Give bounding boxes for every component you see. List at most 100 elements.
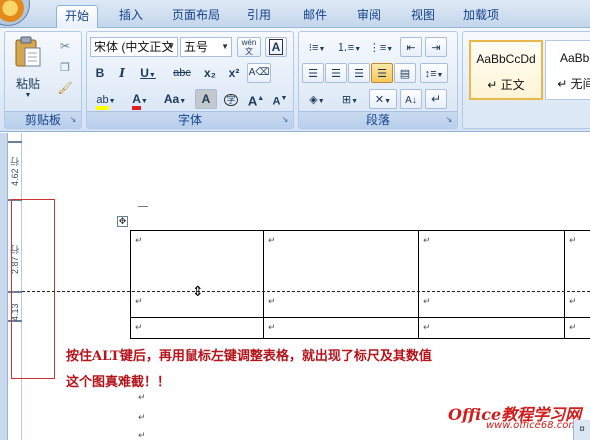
multilevel-list-button[interactable]: ⋮≡▼ xyxy=(366,37,396,57)
clipboard-group: 粘贴 ▼ ✂ ❐ 🖌 剪贴板 ↘ xyxy=(4,31,82,129)
tab-page-layout[interactable]: 页面布局 xyxy=(164,5,228,28)
style-normal[interactable]: AaBbCcDd ↵ 正文 xyxy=(469,40,543,100)
asian-layout-button[interactable]: ✕▼ xyxy=(369,89,397,109)
sort-button[interactable]: A↓ xyxy=(400,89,422,109)
superscript-icon: x² xyxy=(228,66,240,80)
dialog-launcher-icon[interactable]: ↘ xyxy=(444,115,454,125)
phonetic-guide-icon: wén 文 xyxy=(241,38,257,56)
subscript-icon: x₂ xyxy=(203,66,216,80)
align-center-button[interactable]: ☰ xyxy=(325,63,347,83)
align-left-button[interactable]: ☰ xyxy=(302,63,324,83)
paragraph-mark-icon: ↵ xyxy=(430,92,442,106)
italic-button[interactable]: I xyxy=(112,63,132,83)
font-color-button[interactable]: A▼ xyxy=(125,89,155,110)
subscript-button[interactable]: x₂ xyxy=(199,63,221,83)
cell-mark: ↵ xyxy=(569,296,577,306)
paste-button[interactable]: 粘贴 ▼ xyxy=(11,36,45,99)
brush-icon: 🖌 xyxy=(57,81,73,95)
styles-group: AaBbCcDd ↵ 正文 AaBbCc ↵ 无间隔 xyxy=(462,31,590,129)
distributed-button[interactable]: ▤ xyxy=(394,63,416,83)
table-border xyxy=(418,230,419,339)
font-size-value: 五号 xyxy=(184,40,209,54)
strikethrough-button[interactable]: abc xyxy=(167,63,197,83)
distributed-icon: ▤ xyxy=(399,68,411,80)
cell-mark: ↵ xyxy=(268,322,276,332)
grow-font-button[interactable]: A▲ xyxy=(245,89,267,109)
underline-button[interactable]: U▼ xyxy=(134,63,162,83)
tab-home[interactable]: 开始 xyxy=(56,5,98,28)
chevron-down-icon: ▼ xyxy=(108,98,116,105)
asian-layout-icon: ✕ xyxy=(374,94,385,106)
shrink-font-button[interactable]: A▼ xyxy=(269,89,291,109)
caption-line-1: 按住ALT键后，再用鼠标左键调整表格，就出现了标尺及其数值 xyxy=(66,349,432,364)
line-spacing-button[interactable]: ↕≡▼ xyxy=(420,63,448,83)
row-resize-guide xyxy=(22,291,590,292)
multilevel-list-icon: ⋮≡ xyxy=(368,42,387,54)
cell-mark: ↵ xyxy=(268,296,276,306)
decrease-indent-icon: ⇤ xyxy=(406,42,416,54)
change-case-button[interactable]: Aa▼ xyxy=(158,89,192,109)
highlight-button[interactable]: ab▼ xyxy=(90,89,122,110)
show-marks-button[interactable]: ↵ xyxy=(425,89,447,109)
table-move-handle-icon[interactable]: ✥ xyxy=(117,216,128,227)
ribbon-tab-bar: 开始 插入 页面布局 引用 邮件 审阅 视图 加载项 xyxy=(0,0,590,28)
copy-icon: ❐ xyxy=(60,62,70,74)
ruler-marker xyxy=(8,141,22,143)
tab-review[interactable]: 审阅 xyxy=(350,5,388,28)
line-spacing-icon: ↕≡ xyxy=(424,68,437,80)
font-group-label: 字体 xyxy=(87,111,293,128)
character-shading-button[interactable]: A xyxy=(195,89,217,109)
scroll-corner-icon[interactable]: ¤ xyxy=(573,420,590,440)
bullets-button[interactable]: ⁝≡▼ xyxy=(302,37,332,57)
align-right-button[interactable]: ☰ xyxy=(348,63,370,83)
ribbon: 粘贴 ▼ ✂ ❐ 🖌 剪贴板 ↘ 宋体 (中文正文 ▼ 五号 ▼ wén 文 A xyxy=(0,28,590,132)
borders-button[interactable]: ⊞▼ xyxy=(335,89,365,109)
office-button[interactable] xyxy=(0,0,30,26)
chevron-down-icon: ▼ xyxy=(140,98,148,105)
superscript-button[interactable]: x² xyxy=(223,63,245,83)
phonetic-guide-button[interactable]: wén 文 xyxy=(237,37,261,57)
shading-button[interactable]: ◈▼ xyxy=(302,89,332,109)
clear-formatting-button[interactable]: A⌫ xyxy=(247,63,271,83)
change-case-icon: Aa xyxy=(163,92,180,106)
margin-corner-mark xyxy=(138,206,148,207)
format-painter-button[interactable]: 🖌 xyxy=(55,78,75,98)
paragraph-group-label: 段落 xyxy=(299,111,457,128)
tab-references[interactable]: 引用 xyxy=(240,5,278,28)
bold-button[interactable]: B xyxy=(90,63,110,83)
numbering-button[interactable]: ⒈≡▼ xyxy=(334,37,364,57)
character-border-button[interactable]: A xyxy=(265,37,287,57)
dialog-launcher-icon[interactable]: ↘ xyxy=(68,115,78,125)
tab-insert[interactable]: 插入 xyxy=(112,5,150,28)
numbered-list-icon: ⒈≡ xyxy=(336,42,355,54)
decrease-indent-button[interactable]: ⇤ xyxy=(400,37,422,57)
chevron-down-icon: ▼ xyxy=(221,42,229,51)
enclose-characters-button[interactable]: 字 xyxy=(220,89,242,109)
copy-button[interactable]: ❐ xyxy=(55,57,75,77)
font-name-combo[interactable]: 宋体 (中文正文 ▼ xyxy=(90,37,178,57)
paint-bucket-icon: ◈ xyxy=(309,94,318,106)
chevron-down-icon: ▼ xyxy=(148,72,156,79)
table-border xyxy=(130,338,590,339)
font-color-icon: A xyxy=(132,92,141,110)
chevron-down-icon: ▼ xyxy=(436,72,444,79)
cut-button[interactable]: ✂ xyxy=(55,36,75,56)
justify-button[interactable]: ☰ xyxy=(371,63,393,83)
document-page[interactable] xyxy=(0,133,590,440)
paragraph-mark: ↵ xyxy=(138,430,146,440)
highlighter-icon: ab xyxy=(96,94,109,110)
tab-view[interactable]: 视图 xyxy=(404,5,442,28)
cell-mark: ↵ xyxy=(268,235,276,245)
chevron-down-icon: ▼ xyxy=(318,46,326,53)
eraser-icon: A⌫ xyxy=(248,67,270,78)
font-size-combo[interactable]: 五号 ▼ xyxy=(180,37,232,57)
style-normal-sample: AaBbCcDd xyxy=(476,52,536,66)
table-border xyxy=(130,230,131,339)
chevron-down-icon: ▼ xyxy=(386,46,394,53)
dialog-launcher-icon[interactable]: ↘ xyxy=(280,115,290,125)
tab-addins[interactable]: 加载项 xyxy=(456,5,506,28)
style-no-spacing[interactable]: AaBbCc ↵ 无间隔 xyxy=(545,40,590,100)
tab-mailings[interactable]: 邮件 xyxy=(296,5,334,28)
bold-icon: B xyxy=(95,66,105,80)
increase-indent-button[interactable]: ⇥ xyxy=(425,37,447,57)
